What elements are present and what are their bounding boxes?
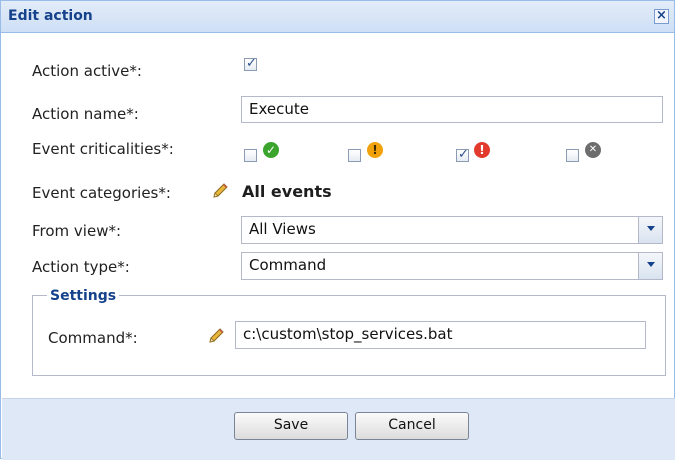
- close-icon[interactable]: ×: [654, 9, 669, 24]
- action-active-checkbox[interactable]: [244, 56, 257, 71]
- command-input[interactable]: c:\custom\stop_services.bat: [235, 321, 646, 349]
- from-view-select[interactable]: All Views: [241, 216, 663, 244]
- event-criticalities-label: Event criticalities*:: [32, 140, 174, 158]
- action-type-select[interactable]: Command: [241, 252, 663, 280]
- dialog-title: Edit action: [8, 8, 93, 24]
- error-icon: !: [474, 142, 490, 158]
- warning-icon: !: [367, 142, 383, 158]
- action-type-value: Command: [249, 256, 327, 274]
- settings-legend: Settings: [47, 288, 120, 304]
- ok-icon: ✓: [263, 142, 279, 158]
- chevron-down-icon[interactable]: [638, 217, 662, 243]
- criticality-error-checkbox[interactable]: [456, 147, 469, 162]
- action-active-label: Action active*:: [32, 62, 142, 80]
- save-button[interactable]: Save: [234, 412, 348, 440]
- pencil-icon[interactable]: [207, 327, 225, 345]
- command-label: Command*:: [48, 329, 138, 347]
- chevron-down-icon[interactable]: [638, 253, 662, 279]
- pencil-icon[interactable]: [211, 182, 229, 200]
- criticality-warning-checkbox[interactable]: [348, 149, 361, 162]
- event-categories-value[interactable]: All events: [242, 182, 332, 201]
- event-categories-label: Event categories*:: [32, 184, 171, 202]
- edit-action-dialog: Edit action × Action active*: Action nam…: [0, 0, 675, 460]
- unknown-icon: ✕: [585, 142, 601, 158]
- action-name-input[interactable]: Execute: [241, 96, 663, 123]
- action-type-label: Action type*:: [32, 258, 130, 276]
- criticality-unknown-checkbox[interactable]: [566, 149, 579, 162]
- cancel-button[interactable]: Cancel: [355, 412, 469, 440]
- from-view-label: From view*:: [32, 222, 122, 240]
- action-name-label: Action name*:: [32, 105, 139, 123]
- from-view-value: All Views: [249, 220, 316, 238]
- dialog-titlebar[interactable]: Edit action ×: [1, 1, 674, 33]
- criticality-ok-checkbox[interactable]: [244, 149, 257, 162]
